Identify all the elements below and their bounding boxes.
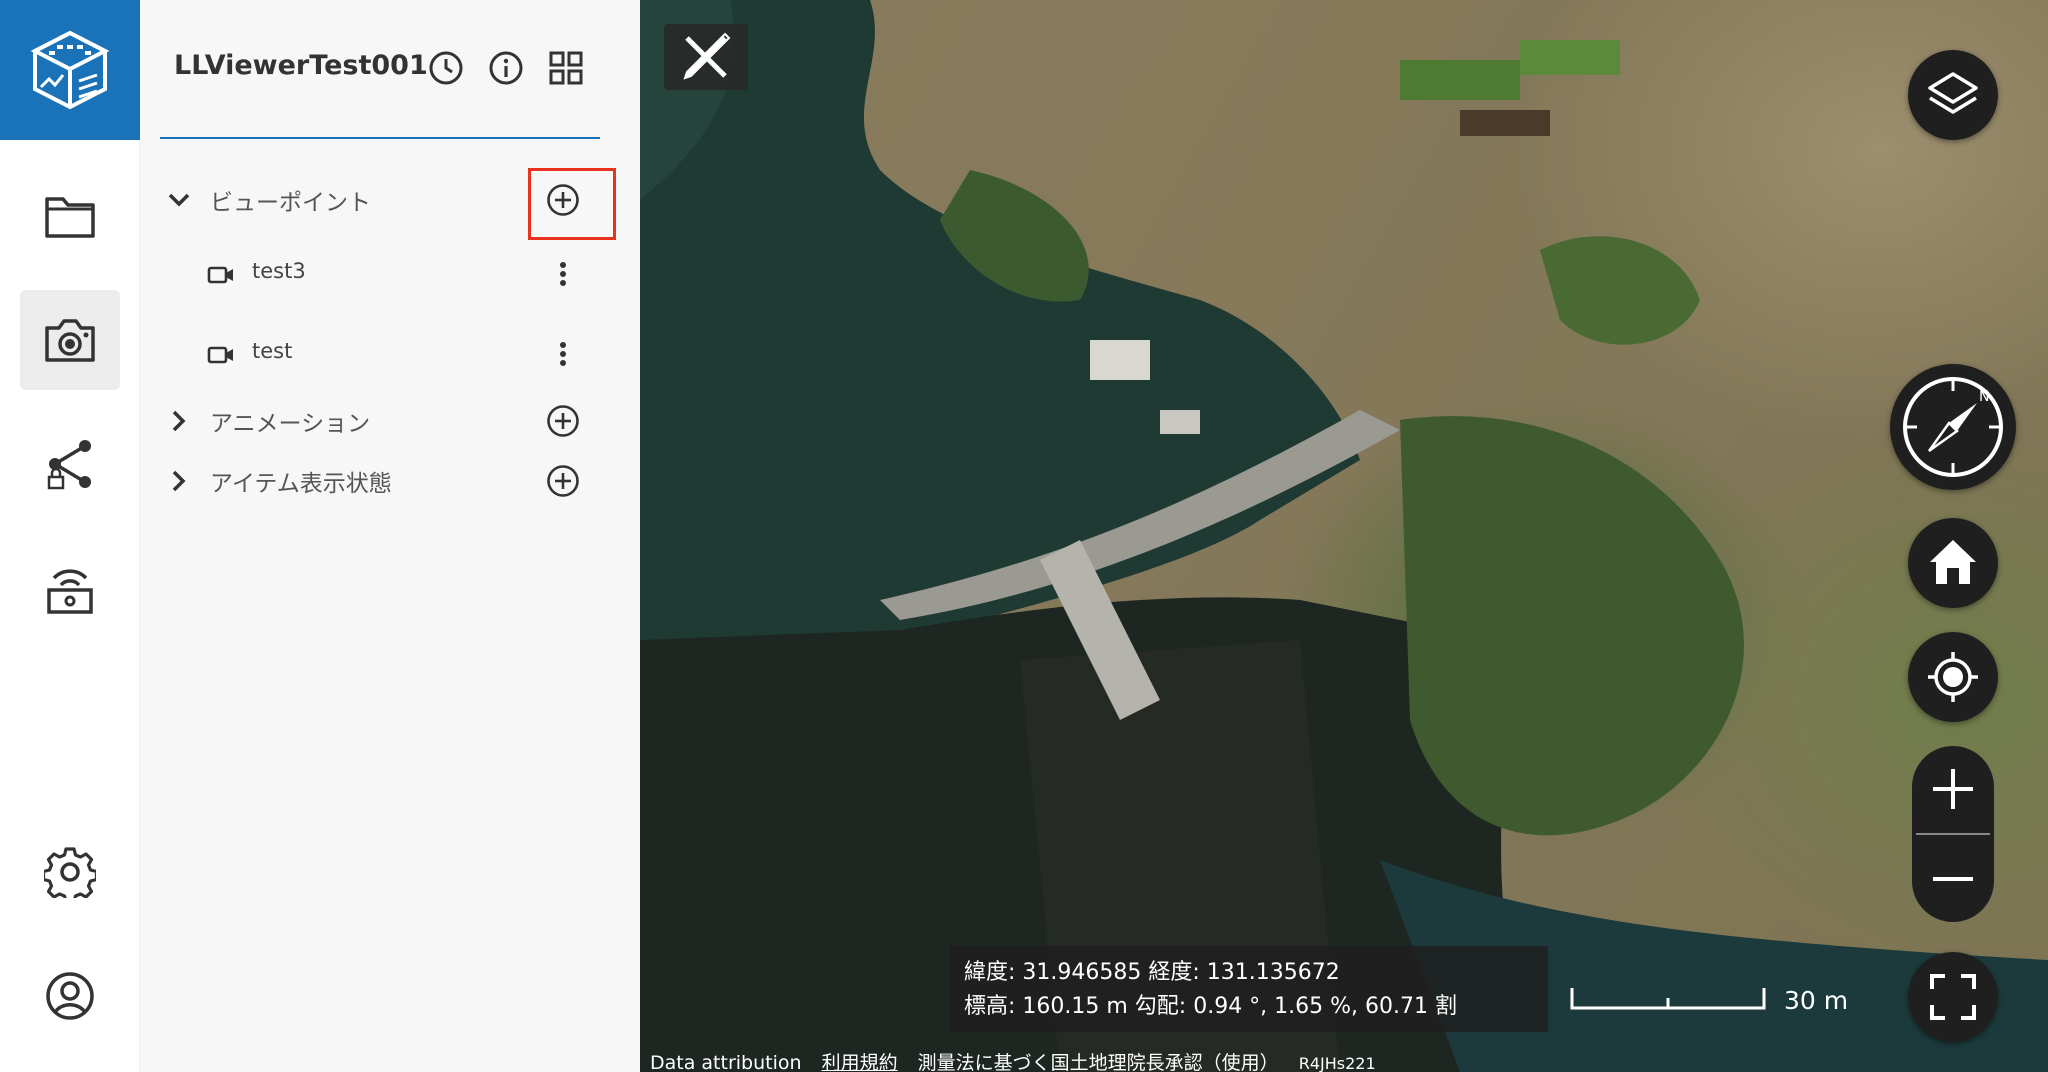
chevron-right-icon[interactable] bbox=[166, 468, 192, 494]
rail-viewpoint-button[interactable] bbox=[20, 290, 120, 390]
gear-icon bbox=[44, 847, 96, 898]
plus-circle-icon bbox=[547, 405, 579, 437]
rail-folder-button[interactable] bbox=[20, 166, 120, 266]
compass-icon: N bbox=[1903, 377, 2003, 477]
approval-code: R4JHs221 bbox=[1298, 1054, 1376, 1072]
list-item-viewpoint[interactable]: test bbox=[140, 324, 640, 384]
draw-tool-button[interactable] bbox=[664, 24, 748, 90]
rail-account-button[interactable] bbox=[20, 946, 120, 1046]
viewpoint-label: test3 bbox=[252, 259, 306, 283]
attribution-bar: Data attribution 利用規約 測量法に基づく国土地理院長承認（使用… bbox=[650, 1048, 1390, 1072]
video-camera-icon bbox=[206, 340, 236, 370]
map-3d-view[interactable] bbox=[640, 0, 2048, 1072]
clock-icon bbox=[429, 51, 463, 85]
ruler-pencil-icon bbox=[683, 32, 731, 80]
layers-icon bbox=[1928, 72, 1978, 114]
section-viewpoints[interactable]: ビューポイント bbox=[140, 172, 640, 228]
svg-text:N: N bbox=[1979, 389, 1989, 405]
cube-logo-icon bbox=[30, 30, 110, 110]
coords-elevation-slope: 標高: 160.15 m 勾配: 0.94 °, 1.65 %, 60.71 割 bbox=[964, 994, 1458, 1019]
add-item-state-button[interactable] bbox=[544, 462, 582, 500]
coords-lat-lon: 緯度: 31.946585 経度: 131.135672 bbox=[964, 960, 1340, 985]
home-icon bbox=[1930, 540, 1976, 584]
section-item-display-state[interactable]: アイテム表示状態 bbox=[140, 453, 640, 509]
section-label: アニメーション bbox=[210, 411, 371, 437]
terms-link[interactable]: 利用規約 bbox=[822, 1052, 898, 1072]
layers-button[interactable] bbox=[1908, 50, 1998, 140]
header-divider bbox=[160, 137, 600, 139]
rail-broadcast-button[interactable] bbox=[20, 540, 120, 640]
my-location-button[interactable] bbox=[1908, 632, 1998, 722]
fullscreen-button[interactable] bbox=[1908, 952, 1998, 1042]
app-logo[interactable] bbox=[0, 0, 140, 140]
survey-approval-text: 測量法に基づく国土地理院長承認（使用） bbox=[917, 1052, 1279, 1072]
rail-share-button[interactable] bbox=[20, 414, 120, 514]
section-label: ビューポイント bbox=[210, 190, 371, 216]
viewpoint-panel: LLViewerTest001 ビューポイント test3 test アニメーシ… bbox=[140, 0, 640, 1072]
terrain-imagery bbox=[640, 0, 2048, 1072]
broadcast-icon bbox=[47, 569, 93, 614]
add-animation-button[interactable] bbox=[544, 402, 582, 440]
folder-icon bbox=[45, 197, 95, 238]
scale-label: 30 m bbox=[1784, 986, 1849, 1015]
list-item-viewpoint[interactable]: test3 bbox=[140, 244, 640, 304]
plus-icon bbox=[1933, 769, 1973, 809]
camera-icon bbox=[45, 319, 95, 362]
minus-icon bbox=[1933, 877, 1973, 881]
plus-circle-icon bbox=[547, 184, 579, 216]
zoom-in-button[interactable] bbox=[1912, 746, 1994, 832]
more-options-icon[interactable] bbox=[546, 256, 580, 292]
share-lock-icon bbox=[47, 440, 91, 490]
account-icon bbox=[46, 972, 94, 1020]
chevron-down-icon[interactable] bbox=[166, 187, 192, 213]
video-camera-icon bbox=[206, 260, 236, 290]
zoom-out-button[interactable] bbox=[1912, 836, 1994, 922]
icon-rail bbox=[0, 0, 140, 1072]
add-viewpoint-button[interactable] bbox=[544, 181, 582, 219]
crosshair-icon bbox=[1928, 652, 1978, 702]
grid-icon bbox=[549, 51, 583, 85]
more-options-icon[interactable] bbox=[546, 336, 580, 372]
grid-menu-button[interactable] bbox=[546, 48, 586, 88]
zoom-control bbox=[1912, 746, 1994, 922]
rail-settings-button[interactable] bbox=[20, 822, 120, 922]
compass-button[interactable]: N bbox=[1890, 364, 2016, 490]
section-animation[interactable]: アニメーション bbox=[140, 393, 640, 449]
fullscreen-icon bbox=[1930, 974, 1976, 1020]
home-button[interactable] bbox=[1908, 518, 1998, 608]
plus-circle-icon bbox=[547, 465, 579, 497]
data-attribution-link[interactable]: Data attribution bbox=[650, 1052, 802, 1072]
coordinate-readout: 緯度: 31.946585 経度: 131.135672 標高: 160.15 … bbox=[950, 946, 1548, 1032]
history-button[interactable] bbox=[426, 48, 466, 88]
info-button[interactable] bbox=[486, 48, 526, 88]
zoom-divider bbox=[1916, 833, 1990, 835]
project-title: LLViewerTest001 bbox=[174, 50, 428, 81]
section-label: アイテム表示状態 bbox=[210, 471, 392, 497]
viewpoint-label: test bbox=[252, 339, 293, 363]
info-icon bbox=[489, 51, 523, 85]
chevron-right-icon[interactable] bbox=[166, 408, 192, 434]
